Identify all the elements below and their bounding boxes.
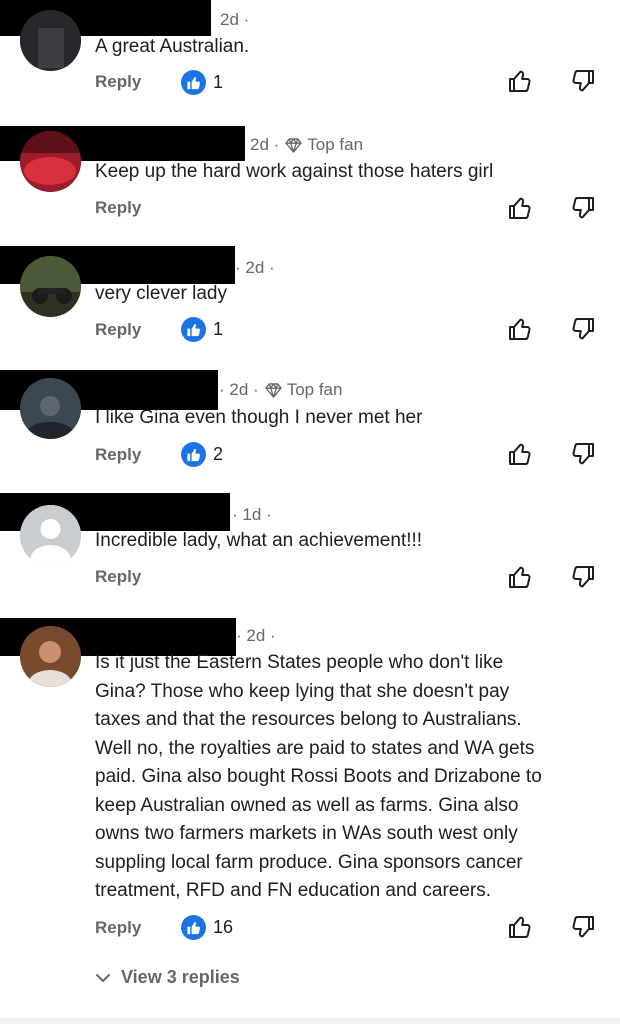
reaction-summary[interactable]: 16	[181, 915, 233, 940]
comment-line: treatment, RFD and FN education and care…	[95, 880, 492, 901]
comment-line: taxes and that the resources belong to A…	[95, 709, 522, 730]
like-reaction-icon	[181, 317, 206, 342]
reply-button[interactable]: Reply	[95, 445, 141, 465]
comment-meta: · 2d ·	[235, 258, 275, 278]
reply-button[interactable]: Reply	[95, 72, 141, 92]
comment-text: very clever lady	[95, 280, 227, 309]
avatar[interactable]	[20, 131, 81, 192]
comment-meta: 2d · Top fan	[250, 135, 363, 155]
timestamp: · 2d ·	[236, 626, 276, 645]
reaction-summary[interactable]: 2	[181, 442, 223, 467]
comment-text: I like Gina even though I never met her	[95, 404, 422, 433]
comment-line: Incredible lady, what an achievement!!!	[95, 530, 423, 551]
reply-button[interactable]: Reply	[95, 320, 141, 340]
comment-meta: · 2d ·	[236, 626, 276, 646]
comment: · 2d · Top fan I like Gina even though I…	[0, 370, 620, 480]
timestamp: · 1d ·	[232, 505, 272, 524]
comment-text: Keep up the hard work against those hate…	[95, 158, 493, 187]
comment-line: paid. Gina also bought Rossi Boots and D…	[95, 766, 542, 787]
comment-line: Is it just the Eastern States people who…	[95, 652, 504, 673]
thumbs-down-outline-icon[interactable]	[570, 564, 596, 590]
comment-text: Incredible lady, what an achievement!!!	[95, 527, 422, 556]
timestamp: · 2d ·	[235, 258, 275, 277]
thumbs-up-outline-icon[interactable]	[507, 564, 533, 590]
timestamp: 2d ·	[220, 10, 250, 29]
timestamp: · 2d ·	[219, 380, 259, 399]
comment-line: Keep up the hard work against those hate…	[95, 161, 494, 182]
avatar[interactable]	[20, 256, 81, 317]
comment-line: I like Gina even though I never met her	[95, 407, 423, 428]
bottom-divider	[0, 1018, 620, 1024]
comment-line: Gina? Those who keep lying that she does…	[95, 680, 510, 702]
thumbs-up-outline-icon[interactable]	[507, 316, 533, 342]
avatar[interactable]	[20, 378, 81, 439]
thumbs-down-outline-icon[interactable]	[570, 68, 596, 94]
reaction-count: 1	[213, 319, 224, 339]
avatar[interactable]	[20, 626, 81, 687]
comment-line: A great Australian.	[95, 36, 250, 57]
comment-meta: 2d ·	[220, 10, 249, 30]
avatar[interactable]	[20, 10, 81, 71]
avatar[interactable]	[20, 505, 81, 566]
comment: · 2d · Is it just the Eastern States peo…	[0, 618, 620, 963]
view-replies-button[interactable]: View 3 replies	[95, 967, 240, 988]
comment-line: owns two farmers markets in WAs south we…	[95, 823, 518, 844]
like-reaction-icon	[181, 70, 206, 95]
reply-button[interactable]: Reply	[95, 198, 141, 218]
top-fan-badge: Top fan	[286, 380, 343, 399]
top-fan-badge: Top fan	[307, 135, 364, 154]
thumbs-down-outline-icon[interactable]	[570, 195, 596, 221]
comment: · 1d · Incredible lady, what an achievem…	[0, 493, 620, 603]
reaction-count: 16	[213, 917, 234, 937]
diamond-icon	[265, 382, 282, 398]
thumbs-up-outline-icon[interactable]	[507, 195, 533, 221]
thumbs-up-outline-icon[interactable]	[507, 914, 533, 940]
timestamp: 2d ·	[250, 135, 280, 154]
thumbs-down-outline-icon[interactable]	[570, 441, 596, 467]
comment: 2d · A great Australian. Reply 1	[0, 0, 620, 110]
comment-text: Is it just the Eastern States people who…	[95, 649, 542, 906]
thumbs-up-outline-icon[interactable]	[507, 68, 533, 94]
reaction-count: 1	[213, 72, 224, 92]
comment-line: keep Australian owned as well as farms. …	[95, 794, 519, 816]
comment-text: A great Australian.	[95, 33, 249, 62]
comment: · 2d · very clever lady Reply 1	[0, 246, 620, 356]
reply-button[interactable]: Reply	[95, 918, 141, 938]
like-reaction-icon	[181, 442, 206, 467]
thumbs-down-outline-icon[interactable]	[570, 316, 596, 342]
view-replies-label: View 3 replies	[121, 967, 240, 987]
reaction-summary[interactable]: 1	[181, 317, 223, 342]
comment-line: very clever lady	[95, 283, 227, 304]
comment: 2d · Top fan Keep up the hard work again…	[0, 126, 620, 236]
like-reaction-icon	[181, 915, 206, 940]
reply-button[interactable]: Reply	[95, 567, 141, 587]
comment-line: Well no, the royalties are paid to state…	[95, 737, 535, 759]
comment-meta: · 2d · Top fan	[219, 380, 342, 400]
reaction-summary[interactable]: 1	[181, 70, 223, 95]
comment-line: suppling local farm produce. Gina sponso…	[95, 851, 523, 873]
comment-meta: · 1d ·	[232, 505, 272, 525]
diamond-icon	[285, 137, 302, 153]
chevron-down-icon	[96, 973, 110, 982]
thumbs-up-outline-icon[interactable]	[507, 441, 533, 467]
reaction-count: 2	[213, 444, 224, 464]
thumbs-down-outline-icon[interactable]	[570, 914, 596, 940]
